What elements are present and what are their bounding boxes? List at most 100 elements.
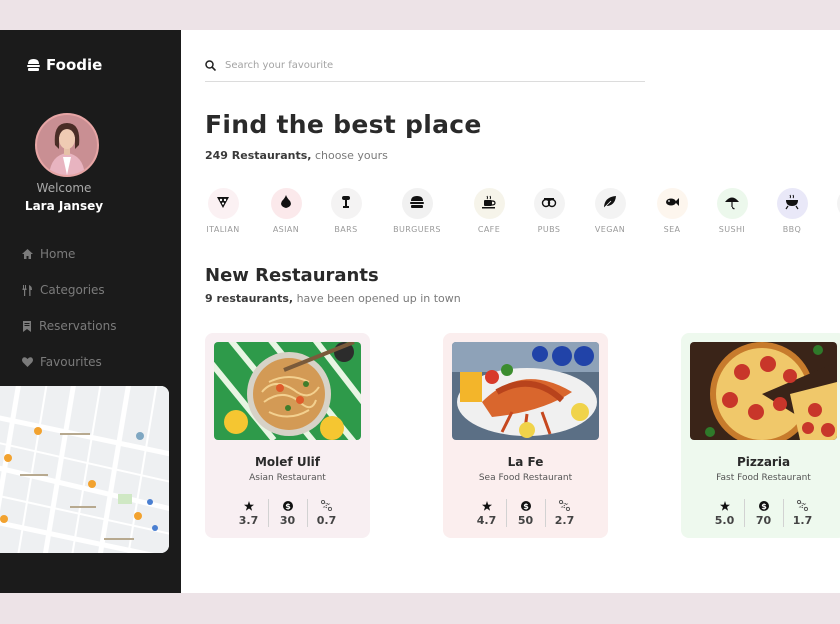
new-restaurants-count: 9 restaurants,: [205, 292, 294, 305]
bookmark-icon: [22, 320, 32, 332]
home-icon: [22, 249, 33, 259]
new-restaurants-tail: have been opened up in town: [293, 292, 461, 305]
category-label: SUSHI: [718, 225, 746, 234]
category-pubs[interactable]: PUBS: [519, 188, 579, 234]
restaurant-name: Molef Ulif: [254, 455, 321, 469]
distance-stat: 1.7: [782, 499, 822, 527]
category-burguers[interactable]: BURGUERS: [387, 188, 447, 234]
dollar-icon: $: [507, 499, 545, 512]
svg-text:$: $: [285, 502, 291, 511]
category-bars[interactable]: BARS: [316, 188, 376, 234]
distance-value: 1.7: [792, 514, 813, 527]
category-icon-circle: [656, 188, 688, 219]
logo[interactable]: Foodie: [27, 56, 102, 74]
leaf-icon: [602, 194, 618, 214]
price-value: 70: [755, 514, 772, 527]
sidebar: Foodie Welcome Lara Jansey Home Categori…: [0, 30, 181, 593]
restaurant-photo: [452, 342, 599, 440]
restaurant-card[interactable]: Molef Ulif Asian Restaurant 3.7 $30 0.7: [205, 333, 370, 538]
restaurant-count-text: 249 Restaurants, choose yours: [205, 149, 388, 162]
search-input[interactable]: [225, 60, 605, 71]
rating-value: 5.0: [714, 514, 735, 527]
category-icon-circle: [716, 188, 748, 219]
sidebar-item-reservations[interactable]: Reservations: [22, 308, 116, 344]
route-icon: [546, 499, 584, 512]
welcome-label: Welcome: [36, 181, 92, 195]
route-icon: [784, 499, 822, 512]
avatar[interactable]: [35, 113, 99, 177]
category-icon-circle: [270, 188, 302, 219]
pizza-icon: [215, 194, 231, 214]
star-icon: [706, 499, 744, 512]
new-restaurants-count-text: 9 restaurants, have been opened up in to…: [205, 292, 461, 305]
category-label: BARS: [334, 225, 358, 234]
grill-icon: [784, 194, 800, 214]
coffee-icon: [481, 194, 497, 214]
burger-icon: [409, 194, 425, 214]
category-bar: ITALIAN ASIAN BARS BURGUERS CAFE PUBS VEGAN SEA…: [181, 188, 840, 240]
restaurant-photo: [214, 342, 361, 440]
category-label: BBQ: [782, 225, 802, 234]
distance-stat: 2.7: [544, 499, 584, 527]
sidebar-item-label: Favourites: [40, 355, 102, 369]
category-label: PUBS: [537, 225, 561, 234]
rating-stat: 3.7: [230, 499, 268, 527]
category-icon-circle: [401, 188, 433, 219]
category-cafe[interactable]: CAFE: [459, 188, 519, 234]
search-bar: [205, 50, 645, 82]
garlic-icon: [278, 194, 294, 214]
heart-icon: [22, 357, 33, 367]
username: Lara Jansey: [24, 199, 104, 213]
category-icon-circle: [207, 188, 239, 219]
category-label: ASIAN: [272, 225, 300, 234]
sidebar-item-home[interactable]: Home: [22, 236, 116, 272]
fish-icon: [664, 194, 680, 214]
rating-value: 3.7: [238, 514, 259, 527]
category-sea[interactable]: SEA: [642, 188, 702, 234]
category-asian[interactable]: ASIAN: [256, 188, 316, 234]
category-sushi[interactable]: SUSHI: [702, 188, 762, 234]
search-icon: [205, 56, 217, 75]
category-italian[interactable]: ITALIAN: [193, 188, 253, 234]
sidebar-item-favourites[interactable]: Favourites: [22, 344, 116, 380]
category-icon-circle: [776, 188, 808, 219]
restaurant-photo: [690, 342, 837, 440]
category-icon-circle: [836, 188, 840, 219]
svg-text:$: $: [523, 502, 529, 511]
restaurant-stats: 5.0 $70 1.7: [681, 499, 840, 527]
restaurant-type: Sea Food Restaurant: [478, 473, 573, 483]
cocktail-icon: [338, 194, 354, 214]
app-window: Foodie Welcome Lara Jansey Home Categori…: [0, 30, 840, 593]
category-icon-circle: [533, 188, 565, 219]
category-label: KI: [822, 225, 840, 234]
sidebar-item-categories[interactable]: Categories: [22, 272, 116, 308]
star-icon: [468, 499, 506, 512]
beer-icon: [541, 194, 557, 214]
rating-value: 4.7: [476, 514, 497, 527]
star-icon: [230, 499, 268, 512]
dollar-icon: $: [269, 499, 307, 512]
price-stat: $70: [743, 499, 783, 527]
category-vegan[interactable]: VEGAN: [580, 188, 640, 234]
restaurant-card[interactable]: Pizzaria Fast Food Restaurant 5.0 $70 1.…: [681, 333, 840, 538]
restaurant-count-tail: choose yours: [311, 149, 388, 162]
distance-value: 0.7: [316, 514, 337, 527]
logo-text: Foodie: [46, 56, 103, 74]
sidebar-nav: Home Categories Reservations Favourites: [22, 236, 116, 380]
burger-logo-icon: [27, 59, 40, 71]
category-bbq[interactable]: BBQ: [762, 188, 822, 234]
sidebar-item-label: Home: [40, 247, 76, 261]
svg-text:$: $: [761, 502, 767, 511]
map-preview[interactable]: [0, 386, 169, 553]
restaurant-stats: 4.7 $50 2.7: [443, 499, 608, 527]
category-label: ITALIAN: [206, 225, 240, 234]
price-value: 30: [279, 514, 296, 527]
restaurant-card[interactable]: La Fe Sea Food Restaurant 4.7 $50 2.7: [443, 333, 608, 538]
distance-stat: 0.7: [306, 499, 346, 527]
dollar-icon: $: [745, 499, 783, 512]
price-value: 50: [517, 514, 534, 527]
cutlery-icon: [22, 284, 33, 296]
category-ki[interactable]: KI: [822, 188, 840, 234]
sidebar-item-label: Categories: [40, 283, 105, 297]
category-icon-circle: [330, 188, 362, 219]
